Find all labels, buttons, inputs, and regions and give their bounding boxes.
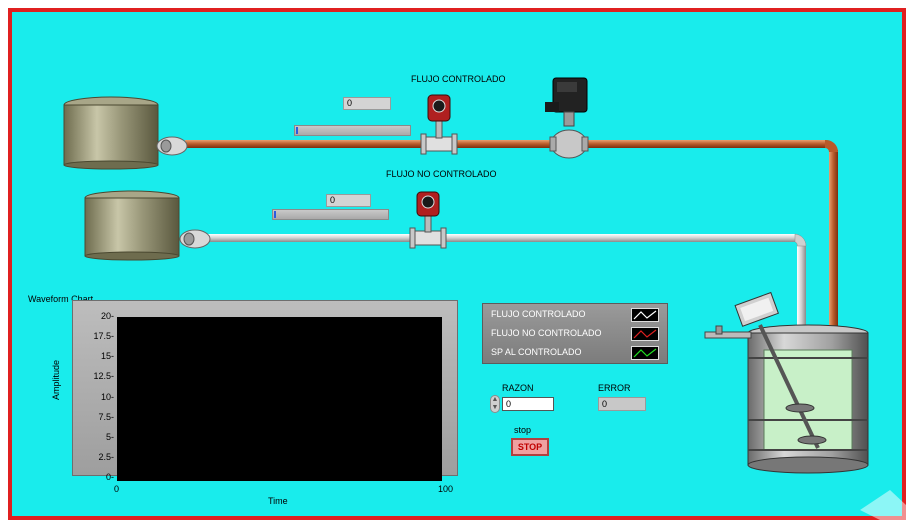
corner-logo [860,490,906,520]
storage-tank-icon [63,96,159,170]
error-label: ERROR [598,383,631,393]
stop-button[interactable]: STOP [511,438,549,456]
y-tick-label: 20- [100,311,114,321]
x-tick-0: 0 [114,484,120,494]
uncontrolled-flow-slider[interactable] [272,209,389,220]
y-tick-label: 5- [105,431,114,442]
flowmeter-icon [420,94,458,155]
razon-input[interactable]: 0 [502,397,554,411]
y-tick-label: 12.5- [93,371,114,382]
y-tick-label: 10- [100,391,114,402]
stop-caption: stop [514,425,532,435]
controlled-flow-value: 0 [343,97,391,110]
y-tick-label: 7.5- [98,411,114,422]
y-tick-label: 2.5- [98,451,114,462]
x-axis-label: Time [268,496,288,506]
legend-swatch-setpoint[interactable] [631,346,659,360]
window-frame: FLUJO CONTROLADO FLUJO NO CONTROLADO 0 0… [0,0,912,527]
waveform-chart-plot [117,317,442,481]
mixing-tank-icon [704,291,869,474]
control-valve-icon [545,77,589,159]
legend-swatch-uncontrolled[interactable] [631,327,659,341]
legend-item-label: FLUJO CONTROLADO [491,309,586,319]
flowmeter-icon [409,191,447,249]
controlled-flow-slider[interactable] [294,125,411,136]
x-tick-100: 100 [438,484,454,494]
legend-item-label: FLUJO NO CONTROLADO [491,328,602,338]
y-axis-label: Amplitude [51,359,61,400]
razon-stepper[interactable]: ▲ ▼ [490,395,500,413]
legend-item-label: SP AL CONTROLADO [491,347,582,357]
chart-legend: FLUJO CONTROLADO FLUJO NO CONTROLADO SP … [482,303,668,364]
error-indicator: 0 [598,397,646,411]
uncontrolled-flow-value: 0 [326,194,371,207]
storage-tank-icon [84,190,180,261]
y-tick-label: 17.5- [93,331,114,342]
razon-label: RAZON [502,383,534,393]
y-tick-label: 0- [105,472,114,482]
y-tick-label: 15- [100,351,114,362]
flow-controlled-label: FLUJO CONTROLADO [411,74,506,84]
legend-swatch-controlled[interactable] [631,308,659,322]
flow-uncontrolled-label: FLUJO NO CONTROLADO [386,169,497,179]
